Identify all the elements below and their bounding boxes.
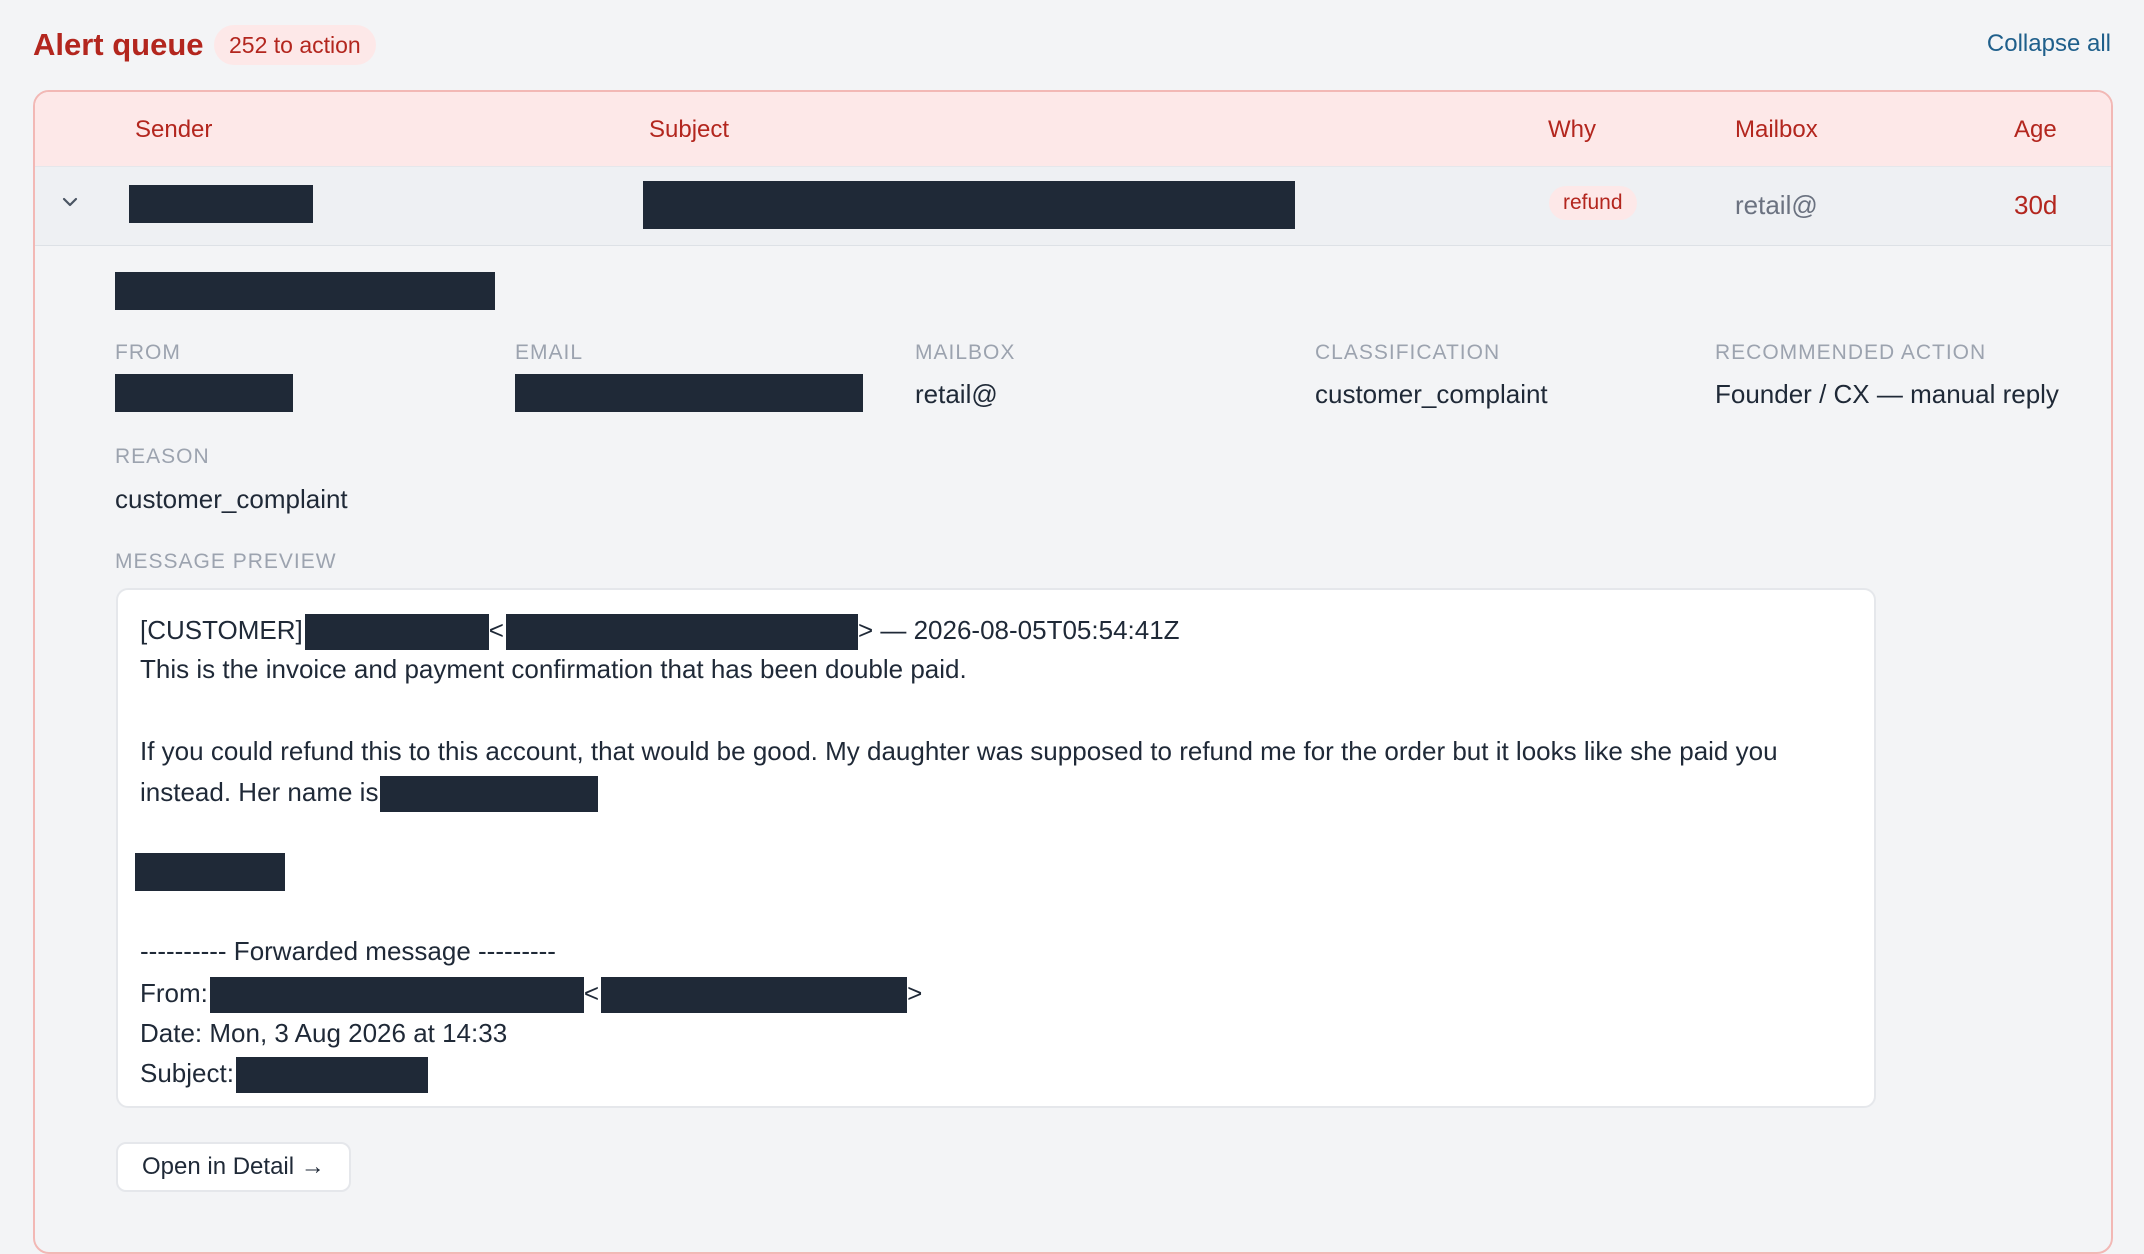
table-row[interactable]: retail@ 30d	[35, 167, 2111, 246]
forwarded-from-name-redacted	[209, 977, 584, 1013]
page-title: Alert queue	[33, 27, 204, 62]
detail-title-redacted	[115, 272, 495, 310]
signature-redacted	[135, 853, 285, 891]
row-mailbox: retail@	[1735, 190, 1818, 220]
message-preview: [CUSTOMER] < > — 2026-08-05T05:54:41Z This…	[116, 588, 1876, 1108]
name-text: instead. Her name is	[140, 776, 379, 807]
column-header-subject[interactable]: Subject	[649, 116, 729, 144]
customer-email-redacted	[505, 614, 858, 650]
mailbox-label: Mailbox	[915, 341, 1016, 364]
reason-value: customer_complaint	[115, 484, 348, 514]
column-header-why[interactable]: Why	[1548, 116, 1596, 144]
message-preview-label: Message preview	[115, 550, 337, 573]
collapse-all-link[interactable]: Collapse all	[1987, 30, 2111, 58]
why-badge: refund	[1549, 186, 1637, 220]
alert-card: Sender Subject Why Mailbox Age retail@ 3…	[33, 90, 2113, 1254]
from-prefix: From:	[140, 977, 208, 1008]
preview-line-invoice: This is the invoice and payment confirma…	[140, 654, 967, 684]
recommended-action-value: Founder / CX — manual reply	[1715, 379, 2059, 409]
classification-label: Classification	[1315, 341, 1501, 364]
column-header-sender[interactable]: Sender	[135, 116, 212, 144]
preview-header-line: [CUSTOMER] < > — 2026-08-05T05:54:41Z	[140, 614, 1180, 650]
timestamp: > — 2026-08-05T05:54:41Z	[857, 614, 1180, 645]
forwarded-from-line: From: < >	[140, 977, 922, 1013]
classification-value: customer_complaint	[1315, 379, 1548, 409]
action-count-badge: 252 to action	[214, 25, 376, 65]
column-header-age[interactable]: Age	[2014, 116, 2057, 144]
forwarded-from-email-redacted	[601, 977, 908, 1013]
mailbox-value: retail@	[915, 379, 998, 409]
row-age: 30d	[2014, 190, 2058, 220]
from-label: From	[115, 341, 181, 364]
forwarded-date-line: Date: Mon, 3 Aug 2026 at 14:33	[140, 1018, 508, 1048]
open-in-detail-button[interactable]: Open in Detail →	[116, 1142, 351, 1192]
chevron-down-icon[interactable]	[55, 187, 85, 217]
lt-symbol: <	[488, 614, 504, 645]
recommended-action-label: Recommended action	[1715, 341, 1987, 364]
from-redacted	[115, 374, 293, 412]
page-header: Alert queue 252 to action Collapse all	[33, 22, 2111, 68]
preview-line-refund: If you could refund this to this account…	[140, 736, 1778, 766]
subject-redacted	[643, 181, 1295, 229]
forwarded-subject-redacted	[235, 1057, 428, 1093]
reason-label: Reason	[115, 445, 210, 468]
daughter-name-redacted	[380, 776, 599, 812]
forwarded-separator: ---------- Forwarded message ---------	[140, 936, 556, 966]
gt-symbol: >	[907, 977, 923, 1008]
subject-prefix: Subject:	[140, 1057, 234, 1088]
customer-name-redacted	[304, 614, 489, 650]
sender-redacted	[129, 185, 313, 223]
forwarded-subject-line: Subject:	[140, 1057, 428, 1093]
customer-tag: [CUSTOMER]	[140, 614, 303, 645]
lt-symbol: <	[583, 977, 600, 1008]
table-header: Sender Subject Why Mailbox Age	[35, 92, 2111, 167]
preview-line-name: instead. Her name is	[140, 776, 599, 812]
email-redacted	[515, 374, 863, 412]
email-label: Email	[515, 341, 584, 364]
column-header-mailbox[interactable]: Mailbox	[1735, 116, 1818, 144]
